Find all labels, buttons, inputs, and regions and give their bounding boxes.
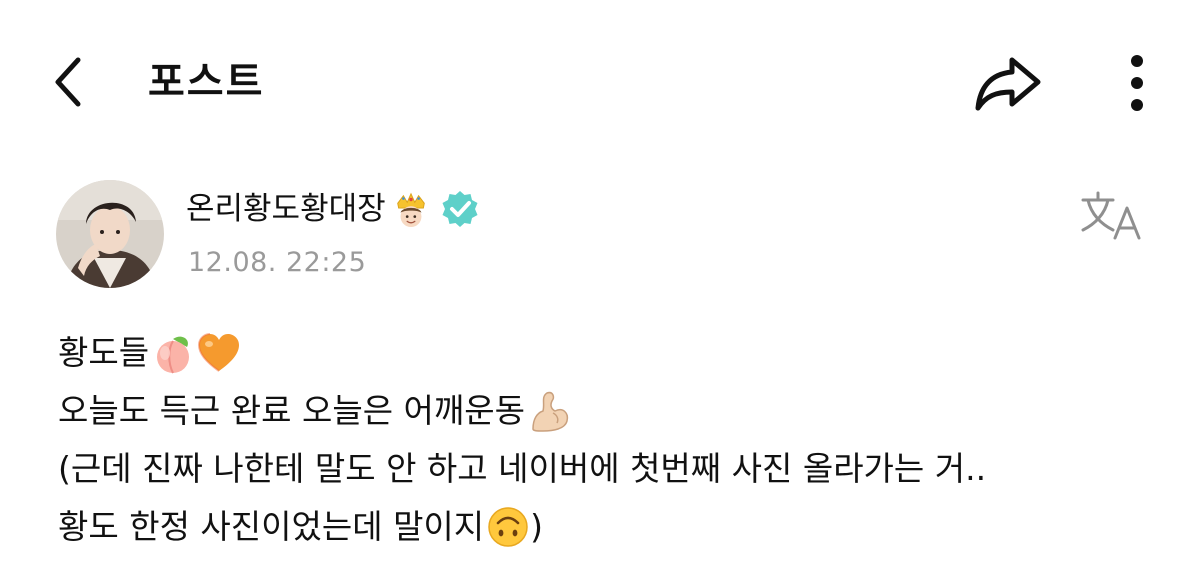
translate-button[interactable] bbox=[1076, 188, 1148, 244]
author-name: 온리황도황대장 bbox=[186, 191, 386, 227]
post-text: 오늘도 득근 완료 오늘은 어깨운동 bbox=[58, 391, 525, 430]
page-title: 포스트 bbox=[148, 59, 265, 105]
chevron-left-icon bbox=[55, 57, 81, 107]
more-vertical-icon bbox=[1131, 55, 1143, 111]
post-text: 황도 한정 사진이었는데 말이지 bbox=[58, 507, 485, 546]
post-text: (근데 진짜 나한테 말도 안 하고 네이버에 첫번째 사진 올라가는 거.. bbox=[58, 449, 987, 488]
post-line-3: (근데 진짜 나한테 말도 안 하고 네이버에 첫번째 사진 올라가는 거.. bbox=[58, 440, 1168, 498]
avatar[interactable] bbox=[56, 180, 164, 288]
post-text: ) bbox=[530, 507, 544, 546]
avatar-image bbox=[56, 180, 164, 288]
peach-emoji bbox=[157, 336, 190, 374]
prince-emoji bbox=[396, 192, 425, 228]
post-author: 온리황도황대장 12.08. 22:25 bbox=[56, 180, 1156, 290]
post-timestamp: 12.08. 22:25 bbox=[188, 247, 367, 278]
post-line-2: 오늘도 득근 완료 오늘은 어깨운동 bbox=[58, 382, 1168, 440]
orange-heart-emoji bbox=[198, 333, 240, 372]
post-line-1: 황도들 bbox=[58, 324, 1168, 382]
back-button[interactable] bbox=[40, 52, 96, 112]
top-bar: 포스트 bbox=[0, 0, 1200, 160]
post-line-4: 황도 한정 사진이었는데 말이지 ) bbox=[58, 498, 1168, 556]
share-button[interactable] bbox=[968, 48, 1048, 118]
share-arrow-icon bbox=[975, 57, 1041, 111]
translate-icon bbox=[1081, 191, 1141, 240]
post-content: 황도들 오늘도 득근 완료 오늘은 어깨운동 (근데 진짜 나한테 말도 안 하… bbox=[58, 324, 1168, 556]
post-text: 황도들 bbox=[58, 333, 150, 372]
flexed-biceps-emoji bbox=[532, 391, 569, 432]
verified-badge-icon bbox=[442, 191, 478, 227]
more-options-button[interactable] bbox=[1112, 48, 1162, 118]
author-name-row[interactable]: 온리황도황대장 bbox=[186, 186, 480, 232]
upside-down-face-emoji bbox=[488, 507, 528, 547]
